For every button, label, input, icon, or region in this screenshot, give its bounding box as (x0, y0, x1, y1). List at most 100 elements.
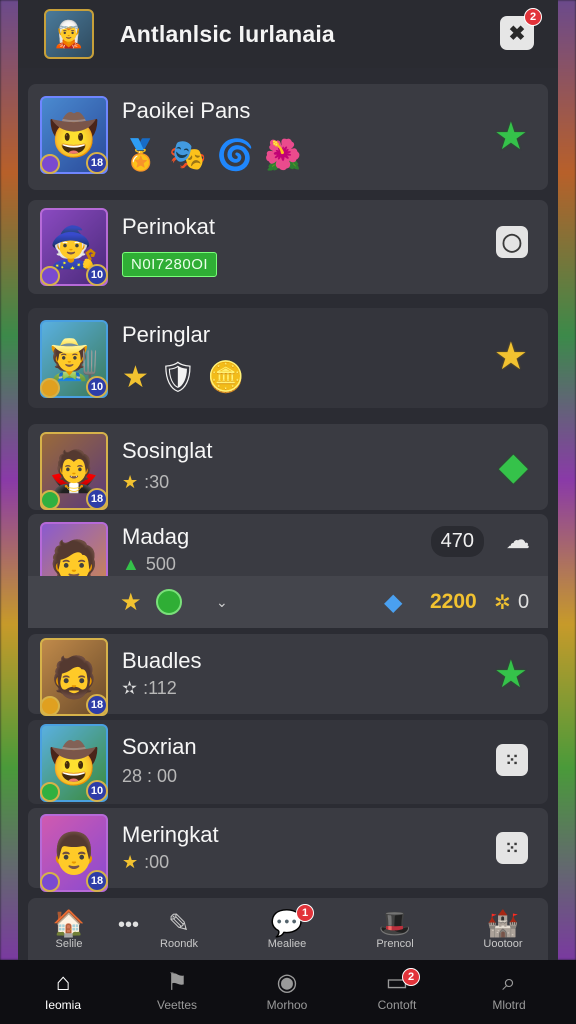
list-item[interactable]: 🤠 10 Soxrian 28 : 00 ⁙ (28, 720, 548, 804)
mask-icon: 🎭 (169, 139, 207, 172)
score-pill: 470 (430, 526, 484, 557)
tab-label: Ieomia (44, 998, 82, 1012)
action-item[interactable]: 💬 1 Mealiee (252, 904, 322, 950)
hero-name: Peringlar (122, 322, 211, 347)
level-badge: 18 (86, 488, 108, 510)
bottom-tab-bar: ⌂ Ieomia ⚑ Veettes ◉ Morhoo ▭ 2 Contoft … (0, 960, 576, 1024)
hero-name: Sosinglat (122, 438, 213, 463)
action-label: Mealiee (267, 938, 307, 950)
item-icons: ★ 🛡 🪙 (122, 360, 244, 395)
notification-badge: 2 (524, 8, 542, 26)
triangle-icon: ▲ (122, 554, 140, 574)
puzzle-icon[interactable]: ✖ 2 (500, 8, 542, 50)
friends-icon[interactable]: ☁ (506, 526, 530, 555)
flower-icon: 🌺 (264, 139, 302, 172)
settings-button[interactable]: ◯ (496, 226, 528, 258)
status-pill: N0I7280OI (122, 252, 218, 277)
monitor-icon: ▭ (385, 969, 409, 996)
star-icon: ★ (120, 588, 142, 616)
action-item[interactable]: 🎩 Prencol (360, 908, 430, 950)
action-label: Roondk (160, 938, 198, 950)
level-badge: 10 (86, 264, 108, 286)
gem-icon (40, 872, 60, 892)
shield-icon: 🛡 (158, 361, 197, 394)
stat-value: :00 (144, 852, 170, 872)
tab-camera[interactable]: ◉ Morhoo (242, 968, 332, 1012)
favorite-star-icon[interactable]: ★ (494, 114, 528, 159)
list-item[interactable]: 👨 18 Meringkat ★ :00 ⁙ (28, 808, 548, 892)
list-item[interactable]: 🧑‍🌾 10 Peringlar ★ 🛡 🪙 ★ (28, 308, 548, 408)
list-item[interactable]: 🧛 18 Sosinglat ★ :30 ◆ (28, 424, 548, 510)
hero-avatar-icon[interactable]: 🧝 (44, 9, 94, 59)
action-item[interactable]: 🏰 Uootoor (468, 908, 538, 950)
action-item[interactable]: 🏠 Selile (34, 908, 104, 950)
flag-icon: ⚑ (166, 969, 188, 996)
hero-portrait: 🧑‍🌾 10 (40, 320, 108, 398)
tab-search[interactable]: ⌕ Mlotrd (464, 968, 554, 1012)
hero-name: Soxrian (122, 734, 197, 759)
item-icons: 🏅 🎭 🌀 🌺 (122, 138, 301, 173)
list-item[interactable]: 🧙 10 Perinokat N0I7280OI ◯ (28, 200, 548, 294)
level-badge: 10 (86, 376, 108, 398)
tab-flag[interactable]: ⚑ Veettes (132, 968, 222, 1012)
hero-name: Madag (122, 524, 190, 549)
favorite-star-icon[interactable]: ◆ (499, 444, 528, 489)
hero-portrait: 👨 18 (40, 814, 108, 892)
tab-home[interactable]: ⌂ Ieomia (18, 968, 108, 1012)
extra-count: 0 (518, 590, 530, 613)
hero-stat: ★ :00 (122, 852, 169, 873)
list-item[interactable]: 🧑 18 Madag ▲ 500 470 ☁ (28, 514, 548, 600)
list-item[interactable]: 🤠 18 Paoikei Pans 🏅 🎭 🌀 🌺 ★ (28, 84, 548, 190)
favorite-star-icon[interactable]: ★ (494, 334, 528, 379)
hero-stat: ✫ :112 (122, 678, 177, 699)
hero-portrait: 🤠 18 (40, 96, 108, 174)
list-item[interactable]: 🧔 18 Buadles ✫ :112 ★ (28, 634, 548, 716)
hero-name: Perinokat (122, 214, 215, 239)
pencil-icon: ✎ (168, 908, 190, 938)
tab-label: Veettes (156, 998, 198, 1012)
star-icon: ★ (122, 472, 139, 492)
stat-value: :112 (143, 678, 177, 698)
gem-icon (40, 266, 60, 286)
search-icon: ⌕ (502, 969, 516, 996)
gem-icon (40, 696, 60, 716)
castle-icon: 🏰 (486, 908, 520, 938)
action-label: Uootoor (483, 938, 523, 950)
coin-icon: 🪙 (207, 361, 245, 394)
gem-icon (40, 154, 60, 174)
stat-value: 500 (145, 554, 176, 574)
hero-portrait: 🧛 18 (40, 432, 108, 510)
grid-button[interactable]: ⁙ (496, 832, 528, 864)
sparkle-icon: ✫ (122, 678, 138, 698)
camera-icon: ◉ (276, 969, 298, 996)
level-badge: 10 (86, 780, 108, 802)
header: 🧝 Antlanlsic Iurlanaia ✖ 2 (18, 0, 558, 68)
hero-name: Meringkat (122, 822, 219, 847)
check-icon[interactable] (156, 589, 182, 615)
more-icon[interactable]: ••• (118, 914, 139, 937)
action-row: 🏠 Selile ••• ✎ Roondk 💬 1 Mealiee 🎩 Pren… (28, 898, 548, 960)
star-icon: ★ (122, 361, 149, 394)
resource-strip: ★ ⌄ ◆ 2200 ✲ 0 (28, 576, 548, 628)
chevron-down-icon[interactable]: ⌄ (216, 594, 228, 611)
badge-icon: 🏅 (122, 139, 160, 172)
page-title: Antlanlsic Iurlanaia (120, 20, 335, 47)
hero-stat: 28 : 00 (122, 766, 177, 787)
gem-icon (40, 490, 60, 510)
favorite-star-icon[interactable]: ★ (494, 652, 528, 697)
tab-label: Contoft (377, 998, 417, 1012)
notification-badge: 1 (296, 904, 314, 922)
tab-monitor[interactable]: ▭ 2 Contoft (352, 968, 442, 1012)
level-badge: 18 (86, 694, 108, 716)
hero-portrait: 🤠 10 (40, 724, 108, 802)
grid-button[interactable]: ⁙ (496, 744, 528, 776)
tab-label: Morhoo (266, 998, 308, 1012)
hat-icon: 🎩 (378, 908, 412, 938)
level-badge: 18 (86, 152, 108, 174)
hero-stat: ▲ 500 (122, 554, 176, 575)
diamond-icon: ◆ (384, 588, 403, 616)
stat-value: :30 (144, 472, 170, 492)
home-icon: ⌂ (55, 969, 71, 996)
action-item[interactable]: ✎ Roondk (144, 908, 214, 950)
hero-name: Buadles (122, 648, 202, 673)
